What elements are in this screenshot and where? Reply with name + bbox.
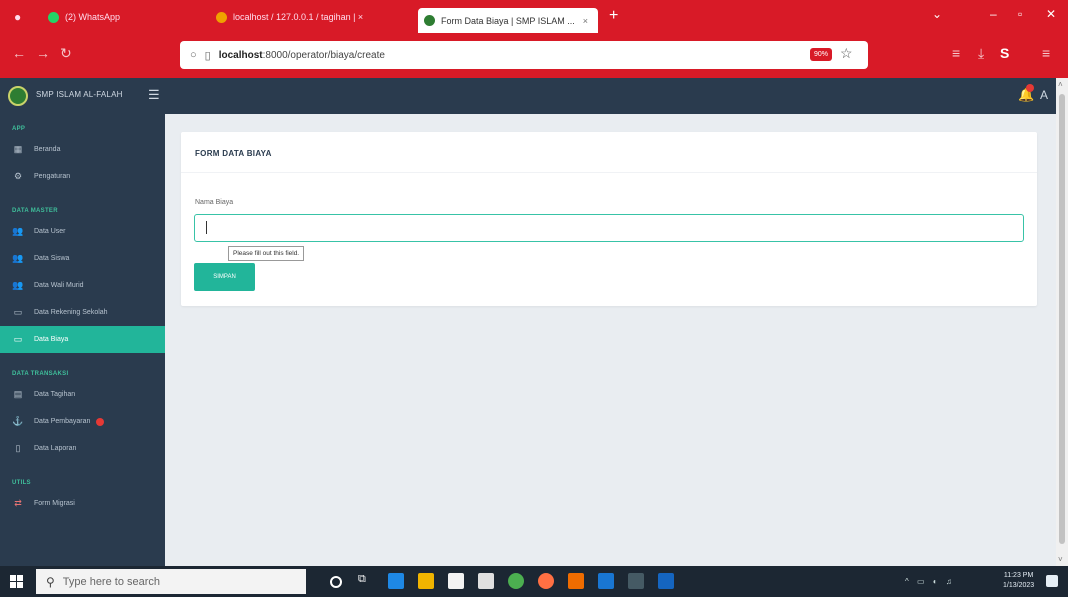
cortana-icon[interactable] <box>330 576 342 588</box>
close-tab-icon[interactable]: × <box>583 16 588 26</box>
reload-icon[interactable]: ↻ <box>60 45 72 62</box>
vscode-icon[interactable] <box>598 573 614 589</box>
calendar-icon: ▤ <box>13 389 23 399</box>
school-logo <box>8 86 28 106</box>
sidebar-item-data-wali-murid[interactable]: 👥 Data Wali Murid <box>0 272 165 299</box>
app-icon[interactable] <box>658 573 674 589</box>
sidebar-section-app: APP <box>12 126 26 132</box>
sidebar-item-data-user[interactable]: 👥 Data User <box>0 218 165 245</box>
store-icon[interactable] <box>448 573 464 589</box>
zoom-badge[interactable]: 90% <box>810 48 832 61</box>
sidebar-item-data-laporan[interactable]: ▯ Data Laporan <box>0 435 165 462</box>
download-icon[interactable]: ⤓ <box>978 45 984 62</box>
form-title: FORM DATA BIAYA <box>195 149 272 158</box>
taskbar-clock[interactable]: 11:23 PM 1/13/2023 <box>1003 571 1034 591</box>
page-scrollbar[interactable]: ˄ ˅ <box>1056 78 1068 566</box>
sidebar-section-data-transaksi: DATA TRANSAKSI <box>12 371 69 377</box>
sidebar-item-form-migrasi[interactable]: ⇄ Form Migrasi <box>0 490 165 517</box>
anchor-icon: ⚓ <box>12 416 24 426</box>
back-icon[interactable]: ← <box>12 45 26 61</box>
browser-tab-strip: ● (2) WhatsApp localhost / 127.0.0.1 / t… <box>0 0 1068 33</box>
firefox-icon[interactable] <box>538 573 554 589</box>
notification-badge <box>96 417 105 426</box>
text-caret <box>206 221 207 234</box>
tab-whatsapp[interactable]: (2) WhatsApp <box>42 6 126 28</box>
system-tray[interactable]: ^ ▭ ◐ ♫ <box>905 577 955 586</box>
card-icon: ▭ <box>13 334 23 344</box>
sidebar: APP ▦ Beranda ⚙ Pengaturan DATA MASTER 👥 Da… <box>0 114 165 566</box>
browser-menu-button[interactable]: ● <box>8 6 27 28</box>
divider <box>181 172 1037 173</box>
sidebar-item-data-siswa[interactable]: 👥 Data Siswa <box>0 245 165 272</box>
windows-taskbar: ⚲ Type here to search ⧉ ^ ▭ ◐ ♫ 11:23 PM… <box>0 566 1068 597</box>
account-icon[interactable]: S <box>1000 45 1009 61</box>
doc-icon: ▯ <box>15 443 21 453</box>
sidebar-item-pengaturan[interactable]: ⚙ Pengaturan <box>0 163 165 190</box>
mail-icon[interactable] <box>478 573 494 589</box>
chrome-icon[interactable] <box>508 573 524 589</box>
users-icon: 👥 <box>12 253 24 263</box>
whatsapp-icon <box>48 11 59 23</box>
migrate-icon: ⇄ <box>14 498 22 508</box>
bookmark-star-icon[interactable]: ☆ <box>840 45 853 62</box>
gear-icon: ⚙ <box>13 171 23 181</box>
page-icon: ▯ <box>204 49 211 62</box>
users-icon: 👥 <box>12 280 24 290</box>
nama-biaya-input[interactable] <box>194 214 1024 242</box>
taskbar-search[interactable]: ⚲ Type here to search <box>36 569 306 594</box>
maximize-icon[interactable]: ▫ <box>1018 7 1022 21</box>
shield-icon: ○ <box>190 49 197 61</box>
tab-list-chevron-icon[interactable]: ⌄ <box>932 7 942 21</box>
menu-icon[interactable]: ≡ <box>1042 45 1050 61</box>
users-icon: 👥 <box>12 226 24 236</box>
notification-bell-icon[interactable]: 🔔 <box>1018 84 1034 102</box>
new-tab-button[interactable]: + <box>609 7 618 25</box>
main-content: FORM DATA BIAYA Nama Biaya Please fill o… <box>165 114 1056 566</box>
tab-phpmyadmin[interactable]: localhost / 127.0.0.1 / tagihan | × <box>210 6 369 28</box>
terminal-icon[interactable] <box>628 573 644 589</box>
sidebar-item-data-tagihan[interactable]: ▤ Data Tagihan <box>0 381 165 408</box>
browser-nav-bar: ← → ↻ ○ ▯ localhost :8000/operator/biaya… <box>0 33 1068 78</box>
sidebar-item-data-pembayaran[interactable]: ⚓ Data Pembayaran <box>0 408 165 435</box>
task-view-icon[interactable]: ⧉ <box>358 573 374 589</box>
phpmyadmin-icon <box>216 11 227 23</box>
edge-icon[interactable] <box>388 573 404 589</box>
start-button[interactable] <box>10 575 23 588</box>
sidebar-item-data-biaya[interactable]: ▭ Data Biaya <box>0 326 165 353</box>
notification-center-icon[interactable] <box>1046 575 1058 587</box>
sidebar-item-data-rekening-sekolah[interactable]: ▭ Data Rekening Sekolah <box>0 299 165 326</box>
dashboard-icon: ▦ <box>13 144 23 154</box>
library-icon[interactable]: ≡ <box>952 45 960 61</box>
search-icon: ⚲ <box>46 574 55 589</box>
card-icon: ▭ <box>13 307 23 317</box>
tab-form-data-biaya[interactable]: Form Data Biaya | SMP ISLAM ... × <box>418 8 598 33</box>
close-window-icon[interactable]: ✕ <box>1046 7 1056 21</box>
sidebar-toggle-icon[interactable]: ☰ <box>148 87 160 103</box>
forward-icon[interactable]: → <box>36 45 50 61</box>
file-explorer-icon[interactable] <box>418 573 434 589</box>
xampp-icon[interactable] <box>568 573 584 589</box>
sidebar-section-utils: UTILS <box>12 480 31 486</box>
scroll-down-icon[interactable]: ˅ <box>1058 555 1063 564</box>
nama-biaya-label: Nama Biaya <box>195 199 234 206</box>
app-header: SMP ISLAM AL-FALAH ☰ 🔔 A <box>0 78 1056 114</box>
sidebar-section-data-master: DATA MASTER <box>12 208 58 214</box>
scroll-up-icon[interactable]: ˄ <box>1058 80 1063 89</box>
address-bar[interactable]: ○ ▯ localhost :8000/operator/biaya/creat… <box>180 41 868 69</box>
user-menu[interactable]: A <box>1040 88 1048 102</box>
minimize-icon[interactable]: – <box>990 7 997 21</box>
form-card: FORM DATA BIAYA Nama Biaya Please fill o… <box>181 132 1037 306</box>
validation-tooltip: Please fill out this field. <box>228 246 305 261</box>
site-icon <box>424 15 435 26</box>
scroll-thumb[interactable] <box>1059 94 1065 544</box>
notification-dot <box>1026 84 1034 92</box>
sidebar-item-beranda[interactable]: ▦ Beranda <box>0 136 165 163</box>
simpan-button[interactable]: SIMPAN <box>194 263 255 291</box>
brand-name: SMP ISLAM AL-FALAH <box>36 90 123 99</box>
